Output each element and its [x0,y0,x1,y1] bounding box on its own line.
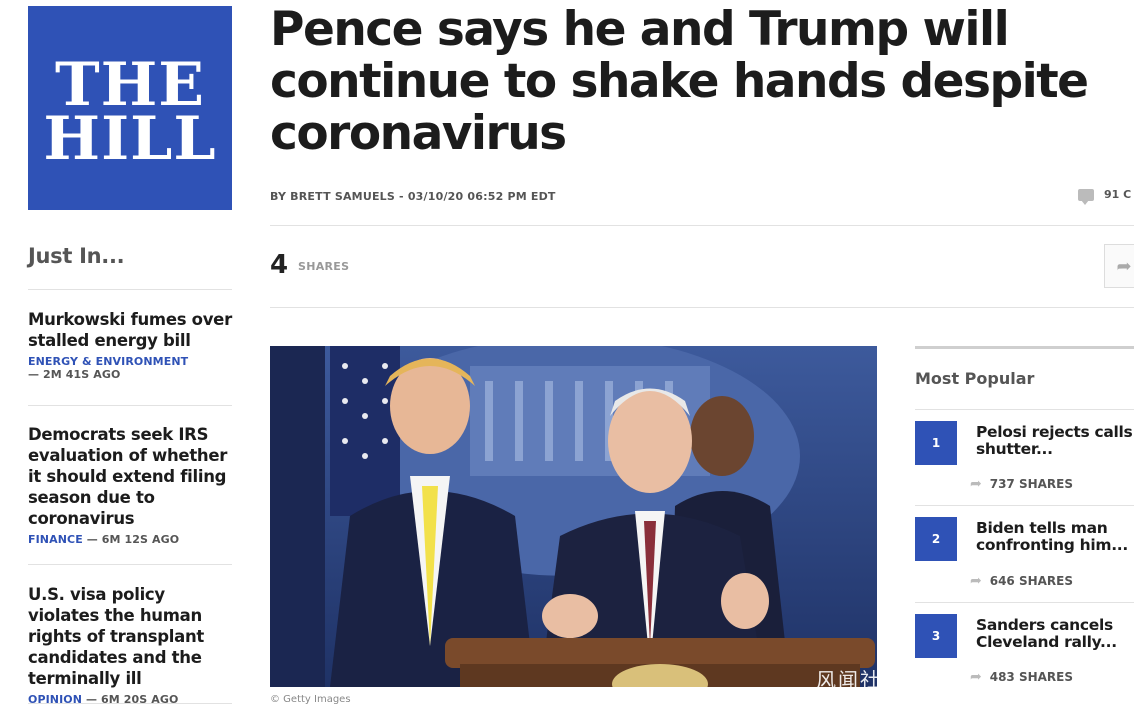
press-briefing-illustration [270,346,877,687]
divider [915,409,1134,410]
divider [915,505,1134,506]
divider [28,405,232,406]
just-in-time: — 2M 41S AGO [28,368,121,381]
just-in-item[interactable]: Democrats seek IRS evaluation of whether… [28,424,232,546]
popular-shares: ➦ 737 SHARES [970,476,1073,492]
popular-title[interactable]: Sanders cancels Cleveland rally... [976,617,1134,651]
article-byline: BY BRETT SAMUELS - 03/10/20 06:52 PM EDT [270,190,556,203]
just-in-category[interactable]: ENERGY & ENVIRONMENT [28,355,188,368]
share-arrow-icon: ➦ [970,669,982,685]
popular-share-count: 483 SHARES [989,670,1074,684]
popular-shares: ➦ 646 SHARES [970,573,1073,589]
just-in-item[interactable]: U.S. visa policy violates the human righ… [28,584,232,706]
popular-share-count: 646 SHARES [989,574,1074,588]
popular-title[interactable]: Biden tells man confronting him... [976,520,1134,554]
comment-icon [1078,188,1094,205]
photo-credit: © Getty Images [270,694,351,705]
share-label: SHARES [298,260,350,273]
share-arrow-icon: ➦ [970,573,982,589]
just-in-time: — 6M 20S AGO [82,693,179,706]
just-in-title[interactable]: U.S. visa policy violates the human righ… [28,584,232,689]
share-arrow-icon: ➦ [1116,255,1132,277]
article-headline: Pence says he and Trump will continue to… [270,2,1089,161]
most-popular-heading: Most Popular [915,369,1035,388]
divider [270,307,1134,308]
just-in-title[interactable]: Democrats seek IRS evaluation of whether… [28,424,232,529]
popular-shares: ➦ 483 SHARES [970,669,1073,685]
just-in-meta: ENERGY & ENVIRONMENT — 2M 41S AGO [28,355,232,381]
article-photo [270,346,877,687]
popular-title[interactable]: Pelosi rejects calls shutter... [976,424,1134,458]
just-in-time: — 6M 12S AGO [82,533,180,546]
just-in-item[interactable]: Murkowski fumes over stalled energy bill… [28,309,232,381]
popular-rank-badge: 3 [915,614,957,658]
divider [28,564,232,565]
watermark: 风闻社区 [816,668,904,692]
comment-count: 91 C [1104,188,1132,201]
share-count: 4 [270,250,289,280]
just-in-meta: FINANCE — 6M 12S AGO [28,533,232,546]
logo-text: THE HILL [28,55,232,174]
just-in-heading: Just In... [28,244,125,268]
just-in-meta: OPINION — 6M 20S AGO [28,693,232,706]
just-in-category[interactable]: FINANCE [28,533,83,546]
most-popular-topline [915,346,1134,349]
divider [28,703,232,704]
just-in-category[interactable]: OPINION [28,693,82,706]
share-button[interactable]: ➦ [1104,244,1134,288]
popular-rank-badge: 1 [915,421,957,465]
just-in-title[interactable]: Murkowski fumes over stalled energy bill [28,309,232,351]
divider [915,602,1134,603]
popular-share-count: 737 SHARES [989,477,1074,491]
logo-line-2: HILL [43,104,217,174]
site-logo[interactable]: THE HILL [28,6,232,210]
comments-link[interactable]: 91 C [1078,188,1132,205]
divider [270,225,1134,226]
popular-rank-badge: 2 [915,517,957,561]
divider [28,289,232,290]
share-arrow-icon: ➦ [970,476,982,492]
